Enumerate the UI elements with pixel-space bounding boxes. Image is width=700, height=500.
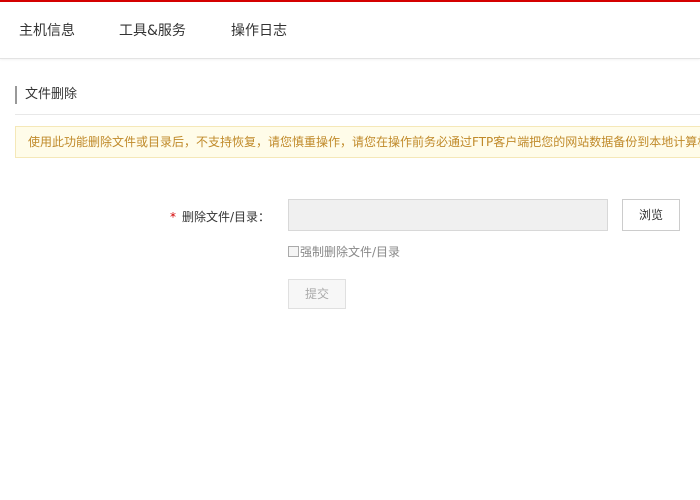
path-field-label: * 删除文件/目录： [170, 208, 270, 225]
force-delete-option[interactable]: 强制删除文件/目录 [288, 243, 400, 259]
nav-item-operation-log[interactable]: 操作日志 [231, 20, 287, 40]
path-input[interactable] [288, 199, 608, 231]
top-nav: 主机信息 工具&服务 操作日志 [0, 2, 700, 59]
nav-item-tools-services[interactable]: 工具&服务 [119, 20, 186, 40]
force-delete-label: 强制删除文件/目录 [300, 245, 401, 259]
force-delete-checkbox[interactable] [288, 246, 299, 257]
submit-button[interactable]: 提交 [288, 279, 346, 309]
nav-item-host-info[interactable]: 主机信息 [19, 20, 75, 40]
warning-notice: 使用此功能删除文件或目录后，不支持恢复，请您慎重操作，请您在操作前务必通过FTP… [15, 126, 700, 158]
title-divider [15, 114, 700, 115]
section-title: 文件删除 [15, 86, 77, 104]
path-label-text: 删除文件/目录： [182, 210, 271, 224]
required-marker: * [170, 210, 176, 224]
browse-button[interactable]: 浏览 [622, 199, 680, 231]
